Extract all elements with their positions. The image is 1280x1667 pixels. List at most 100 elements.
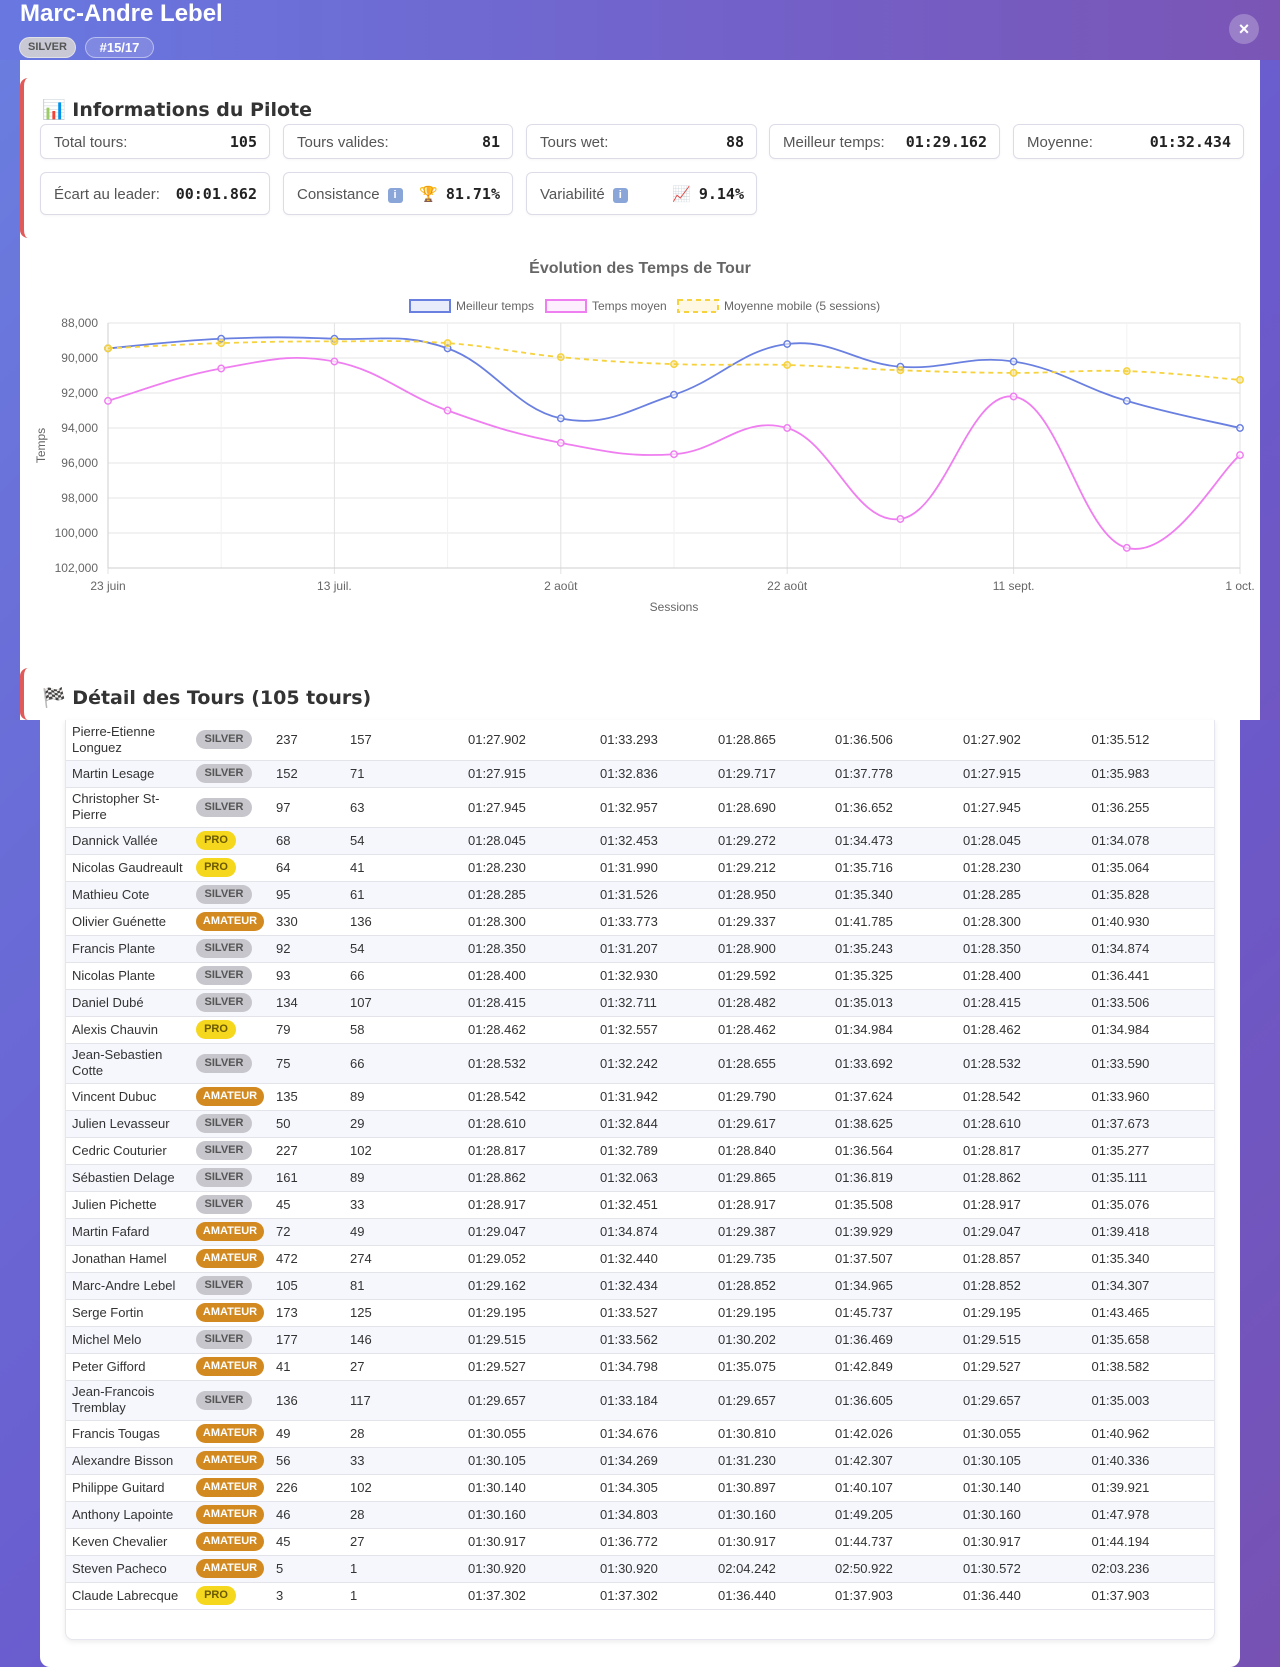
table-cell: 01:30.810 — [712, 1420, 829, 1448]
stat-value: 00:01.862 — [175, 185, 257, 203]
table-cell: 3 — [270, 1582, 344, 1610]
table-cell: 01:37.302 — [462, 1582, 594, 1610]
table-cell: 01:33.184 — [594, 1380, 712, 1421]
driver-name-cell: Martin Fafard — [66, 1218, 190, 1246]
stat-label: Consistance i — [297, 186, 403, 203]
stat-value: 88 — [725, 133, 744, 151]
tier-cell: SILVER — [190, 962, 270, 990]
info-icon[interactable]: i — [612, 188, 628, 203]
table-cell: 01:35.512 — [1085, 720, 1214, 761]
table-cell: 01:34.078 — [1085, 827, 1214, 855]
data-point — [104, 344, 112, 353]
tier-badge: AMATEUR — [196, 912, 264, 931]
tier-cell: AMATEUR — [190, 1245, 270, 1273]
driver-name-cell: Julien Levasseur — [66, 1110, 190, 1138]
table-cell: 01:28.532 — [957, 1043, 1086, 1084]
table-cell: 01:29.052 — [462, 1245, 594, 1273]
table-row: Jean-Sebastien Cotte SILVER 75 66 01:28.532 0… — [66, 1043, 1214, 1084]
table-cell: 01:35.508 — [829, 1191, 957, 1219]
table-cell: 68 — [270, 827, 344, 855]
stat-value: 🏆 81.71% — [419, 185, 500, 203]
table-cell: 01:39.921 — [1085, 1474, 1214, 1502]
tier-badge: SILVER — [196, 1141, 252, 1160]
table-cell: 01:35.013 — [829, 989, 957, 1017]
table-cell: 01:36.605 — [829, 1380, 957, 1421]
stat-wet-laps: Tours wet: 88 — [526, 124, 757, 159]
table-cell: 01:28.862 — [462, 1164, 594, 1192]
table-cell: 01:36.772 — [594, 1528, 712, 1556]
table-cell: 177 — [270, 1326, 344, 1354]
table-cell: 01:35.340 — [1085, 1245, 1214, 1273]
table-cell: 41 — [344, 854, 462, 882]
table-cell: 01:28.840 — [712, 1137, 829, 1165]
table-cell: 01:28.852 — [712, 1272, 829, 1300]
table-cell: 01:32.440 — [594, 1245, 712, 1273]
table-cell: 01:42.849 — [829, 1353, 957, 1381]
table-cell: 472 — [270, 1245, 344, 1273]
tier-cell: AMATEUR — [190, 1353, 270, 1381]
stat-valid-laps: Tours valides: 81 — [283, 124, 513, 159]
table-row: Martin Fafard AMATEUR 72 49 01:29.047 01:34.8… — [66, 1218, 1214, 1246]
table-cell: 01:28.482 — [712, 989, 829, 1017]
driver-name-cell: Keven Chevalier — [66, 1528, 190, 1556]
tier-badge: SILVER — [196, 797, 252, 817]
tier-badge: SILVER — [196, 939, 252, 958]
table-cell: 102 — [344, 1474, 462, 1502]
table-cell: 01:34.965 — [829, 1272, 957, 1300]
table-cell: 01:28.285 — [462, 881, 594, 909]
lap-detail-table: Pierre-Etienne Longuez SILVER 237 157 01:27.… — [66, 720, 1214, 1610]
table-row: Christopher St-Pierre SILVER 97 63 01:27.945… — [66, 787, 1214, 828]
table-cell: 01:34.798 — [594, 1353, 712, 1381]
table-cell: 01:37.903 — [829, 1582, 957, 1610]
tier-badge: AMATEUR — [196, 1249, 264, 1268]
table-cell: 01:28.542 — [462, 1083, 594, 1111]
table-cell: 41 — [270, 1353, 344, 1381]
y-tick-label: 94,000 — [61, 421, 98, 435]
table-cell: 72 — [270, 1218, 344, 1246]
table-cell: 01:29.657 — [712, 1380, 829, 1421]
table-cell: 27 — [344, 1353, 462, 1381]
table-row: Michel Melo SILVER 177 146 01:29.515 01:33.56… — [66, 1326, 1214, 1354]
table-cell: 01:42.307 — [829, 1447, 957, 1475]
tier-badge: PRO — [196, 858, 236, 877]
tier-cell: AMATEUR — [190, 1501, 270, 1529]
tier-badge: SILVER — [196, 1276, 252, 1295]
info-icon[interactable]: i — [387, 188, 403, 203]
driver-name-cell: Peter Gifford — [66, 1353, 190, 1381]
table-cell: 01:47.978 — [1085, 1501, 1214, 1529]
table-row: Sébastien Delage SILVER 161 89 01:28.862 01:3… — [66, 1164, 1214, 1192]
driver-name-cell: Jean-Francois Tremblay — [66, 1380, 190, 1421]
driver-name-cell: Philippe Guitard — [66, 1474, 190, 1502]
tier-cell: AMATEUR — [190, 1083, 270, 1111]
table-cell: 01:32.063 — [594, 1164, 712, 1192]
data-point — [783, 340, 792, 348]
table-cell: 157 — [344, 720, 462, 761]
close-button[interactable]: × — [1229, 14, 1259, 44]
tier-cell: AMATEUR — [190, 1299, 270, 1327]
driver-modal-header: Marc-Andre Lebel SILVER #15/17 × — [0, 0, 1280, 60]
table-cell: 01:30.160 — [957, 1501, 1086, 1529]
data-point — [783, 424, 792, 432]
table-row: Jean-Francois Tremblay SILVER 136 117 01:29.… — [66, 1380, 1214, 1421]
legend-swatch — [545, 299, 587, 313]
table-cell: 01:35.340 — [829, 881, 957, 909]
table-cell: 102 — [344, 1137, 462, 1165]
table-cell: 01:35.003 — [1085, 1380, 1214, 1421]
tier-badge: SILVER — [19, 37, 76, 58]
tier-badge: AMATEUR — [196, 1451, 264, 1470]
driver-name-cell: Sébastien Delage — [66, 1164, 190, 1192]
tier-badge: PRO — [196, 831, 236, 850]
table-cell: 135 — [270, 1083, 344, 1111]
table-cell: 01:28.230 — [957, 854, 1086, 882]
tier-cell: PRO — [190, 1582, 270, 1610]
table-row: Nicolas Plante SILVER 93 66 01:28.400 01:32.9… — [66, 962, 1214, 990]
chequered-flag-icon: 🏁 — [42, 687, 66, 709]
driver-name-cell: Jonathan Hamel — [66, 1245, 190, 1273]
lap-detail-section: 🏁 Détail des Tours (105 tours) — [20, 668, 1260, 720]
table-cell: 01:37.302 — [594, 1582, 712, 1610]
table-cell: 01:34.984 — [829, 1016, 957, 1044]
table-cell: 01:35.111 — [1085, 1164, 1214, 1192]
stat-value: 105 — [229, 133, 257, 151]
y-axis-label: Temps — [34, 428, 48, 463]
stat-label: Tours valides: — [297, 134, 389, 151]
